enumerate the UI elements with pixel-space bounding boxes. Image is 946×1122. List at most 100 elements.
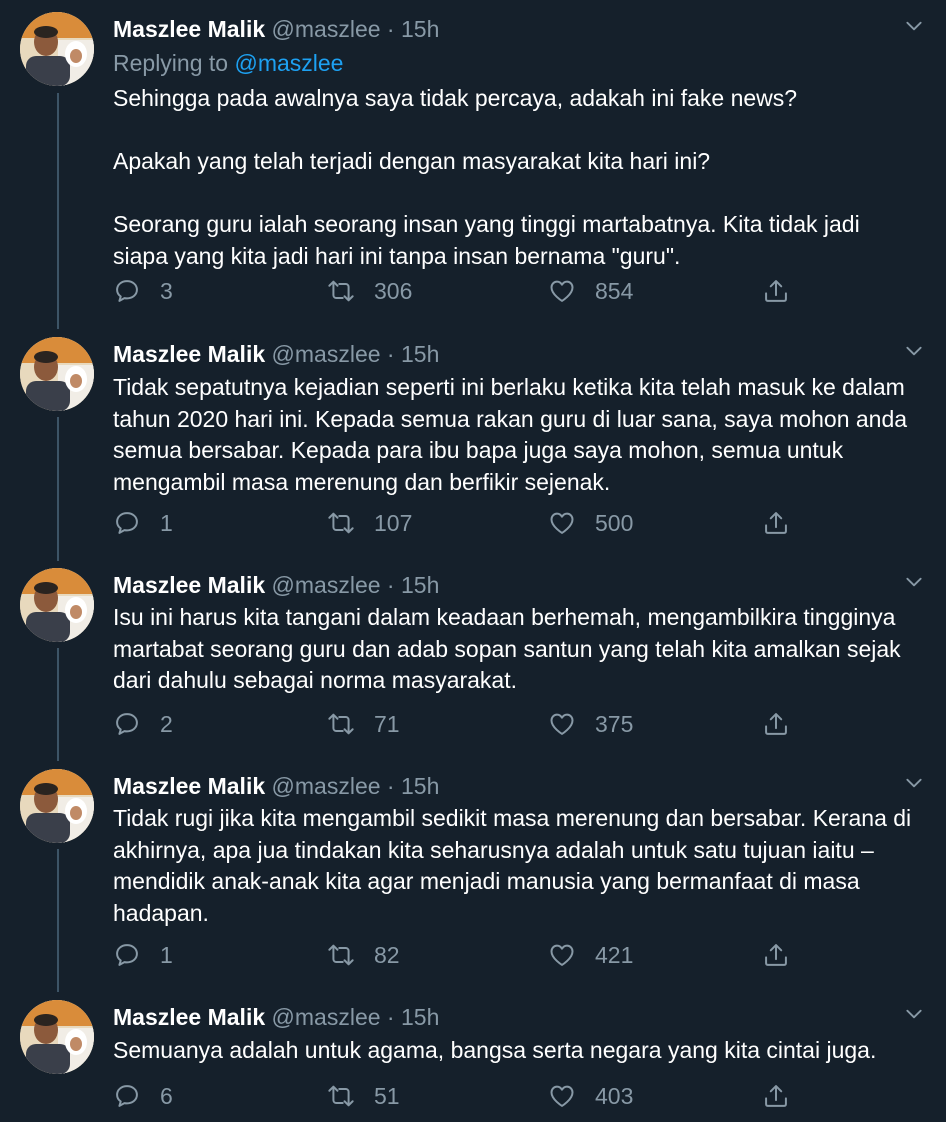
tweet-actions: 2 71 375 bbox=[113, 707, 813, 741]
tweet[interactable]: Maszlee Malik @maszlee · 15h Tidak rugi … bbox=[0, 769, 946, 981]
reply-count: 1 bbox=[160, 941, 173, 968]
avatar[interactable] bbox=[20, 769, 94, 843]
separator-dot: · bbox=[386, 16, 395, 42]
chevron-down-icon[interactable] bbox=[904, 341, 924, 361]
like-button[interactable]: 854 bbox=[548, 274, 633, 308]
tweet-text: Tidak sepatutnya kejadian seperti ini be… bbox=[113, 372, 913, 498]
tweet-actions: 1 82 421 bbox=[113, 938, 813, 972]
reply-button[interactable]: 6 bbox=[113, 1079, 173, 1113]
reply-count: 3 bbox=[160, 277, 173, 304]
retweet-button[interactable]: 51 bbox=[327, 1079, 400, 1113]
chevron-down-icon[interactable] bbox=[904, 16, 924, 36]
tweet-paragraph: Tidak sepatutnya kejadian seperti ini be… bbox=[113, 374, 908, 495]
chevron-down-icon[interactable] bbox=[904, 1004, 924, 1024]
avatar[interactable] bbox=[20, 12, 94, 86]
retweet-icon bbox=[328, 280, 354, 302]
retweet-button[interactable]: 306 bbox=[327, 274, 412, 308]
reply-button[interactable]: 3 bbox=[113, 274, 173, 308]
reply-button[interactable]: 1 bbox=[113, 506, 173, 540]
author-name[interactable]: Maszlee Malik bbox=[113, 341, 265, 367]
tweet-header: Maszlee Malik @maszlee · 15h bbox=[113, 769, 439, 803]
heart-icon bbox=[550, 280, 574, 302]
share-icon bbox=[765, 944, 787, 966]
tweet[interactable]: Maszlee Malik @maszlee · 15h Tidak sepat… bbox=[0, 337, 946, 547]
retweet-count: 82 bbox=[374, 941, 400, 968]
tweet-text: Tidak rugi jika kita mengambil sedikit m… bbox=[113, 803, 913, 929]
heart-icon bbox=[550, 512, 574, 534]
heart-icon bbox=[550, 944, 574, 966]
reply-count: 2 bbox=[160, 710, 173, 737]
author-name[interactable]: Maszlee Malik bbox=[113, 1004, 265, 1030]
reply-button[interactable]: 1 bbox=[113, 938, 173, 972]
retweet-button[interactable]: 82 bbox=[327, 938, 400, 972]
reply-count: 1 bbox=[160, 509, 173, 536]
tweet-text: Sehingga pada awalnya saya tidak percaya… bbox=[113, 83, 913, 272]
like-count: 375 bbox=[595, 710, 634, 737]
tweet-actions: 6 51 403 bbox=[113, 1079, 813, 1113]
tweet[interactable]: Maszlee Malik @maszlee · 15h Isu ini har… bbox=[0, 568, 946, 748]
reply-icon bbox=[116, 1085, 138, 1107]
tweet-header: Maszlee Malik @maszlee · 15h bbox=[113, 12, 439, 46]
like-button[interactable]: 421 bbox=[548, 938, 633, 972]
tweet-text: Semuanya adalah untuk agama, bangsa sert… bbox=[113, 1035, 913, 1067]
like-count: 421 bbox=[595, 941, 634, 968]
tweet-actions: 1 107 500 bbox=[113, 506, 813, 540]
author-name[interactable]: Maszlee Malik bbox=[113, 572, 265, 598]
separator-dot: · bbox=[386, 341, 395, 367]
reply-icon bbox=[116, 944, 138, 966]
author-handle[interactable]: @maszlee bbox=[272, 341, 381, 367]
like-count: 403 bbox=[595, 1082, 634, 1109]
author-handle[interactable]: @maszlee bbox=[272, 1004, 381, 1030]
like-button[interactable]: 375 bbox=[548, 707, 633, 741]
author-handle[interactable]: @maszlee bbox=[272, 572, 381, 598]
tweet-header: Maszlee Malik @maszlee · 15h bbox=[113, 568, 439, 602]
reply-icon bbox=[116, 512, 138, 534]
tweet-paragraph: Apakah yang telah terjadi dengan masyara… bbox=[113, 148, 711, 174]
reply-icon bbox=[116, 713, 138, 735]
avatar[interactable] bbox=[20, 1000, 94, 1074]
tweet[interactable]: Maszlee Malik @maszlee · 15h Semuanya ad… bbox=[0, 1000, 946, 1120]
heart-icon bbox=[550, 713, 574, 735]
tweet[interactable]: Maszlee Malik @maszlee · 15h Replying to… bbox=[0, 12, 946, 312]
chevron-down-icon[interactable] bbox=[904, 572, 924, 592]
avatar[interactable] bbox=[20, 337, 94, 411]
timestamp[interactable]: 15h bbox=[401, 572, 439, 598]
author-name[interactable]: Maszlee Malik bbox=[113, 16, 265, 42]
tweet-text: Isu ini harus kita tangani dalam keadaan… bbox=[113, 602, 913, 697]
tweet-header: Maszlee Malik @maszlee · 15h bbox=[113, 337, 439, 371]
retweet-button[interactable]: 107 bbox=[327, 506, 412, 540]
tweet-paragraph: Tidak rugi jika kita mengambil sedikit m… bbox=[113, 805, 912, 926]
author-handle[interactable]: @maszlee bbox=[272, 16, 381, 42]
tweet-paragraph: Semuanya adalah untuk agama, bangsa sert… bbox=[113, 1037, 877, 1063]
retweet-button[interactable]: 71 bbox=[327, 707, 400, 741]
separator-dot: · bbox=[386, 773, 395, 799]
tweet-paragraph: Sehingga pada awalnya saya tidak percaya… bbox=[113, 85, 798, 111]
separator-dot: · bbox=[386, 572, 395, 598]
timestamp[interactable]: 15h bbox=[401, 1004, 439, 1030]
replying-to-mention[interactable]: @maszlee bbox=[234, 50, 343, 76]
retweet-count: 71 bbox=[374, 710, 400, 737]
share-icon bbox=[765, 280, 787, 302]
timestamp[interactable]: 15h bbox=[401, 773, 439, 799]
retweet-count: 51 bbox=[374, 1082, 400, 1109]
like-count: 854 bbox=[595, 277, 634, 304]
retweet-icon bbox=[328, 512, 354, 534]
retweet-icon bbox=[328, 713, 354, 735]
timestamp[interactable]: 15h bbox=[401, 341, 439, 367]
author-handle[interactable]: @maszlee bbox=[272, 773, 381, 799]
share-button[interactable] bbox=[762, 1079, 790, 1113]
tweet-paragraph: Seorang guru ialah seorang insan yang ti… bbox=[113, 211, 860, 269]
share-button[interactable] bbox=[762, 274, 790, 308]
author-name[interactable]: Maszlee Malik bbox=[113, 773, 265, 799]
like-count: 500 bbox=[595, 509, 634, 536]
chevron-down-icon[interactable] bbox=[904, 773, 924, 793]
share-button[interactable] bbox=[762, 938, 790, 972]
separator-dot: · bbox=[386, 1004, 395, 1030]
timestamp[interactable]: 15h bbox=[401, 16, 439, 42]
reply-button[interactable]: 2 bbox=[113, 707, 173, 741]
like-button[interactable]: 403 bbox=[548, 1079, 633, 1113]
share-button[interactable] bbox=[762, 506, 790, 540]
avatar[interactable] bbox=[20, 568, 94, 642]
share-button[interactable] bbox=[762, 707, 790, 741]
like-button[interactable]: 500 bbox=[548, 506, 633, 540]
